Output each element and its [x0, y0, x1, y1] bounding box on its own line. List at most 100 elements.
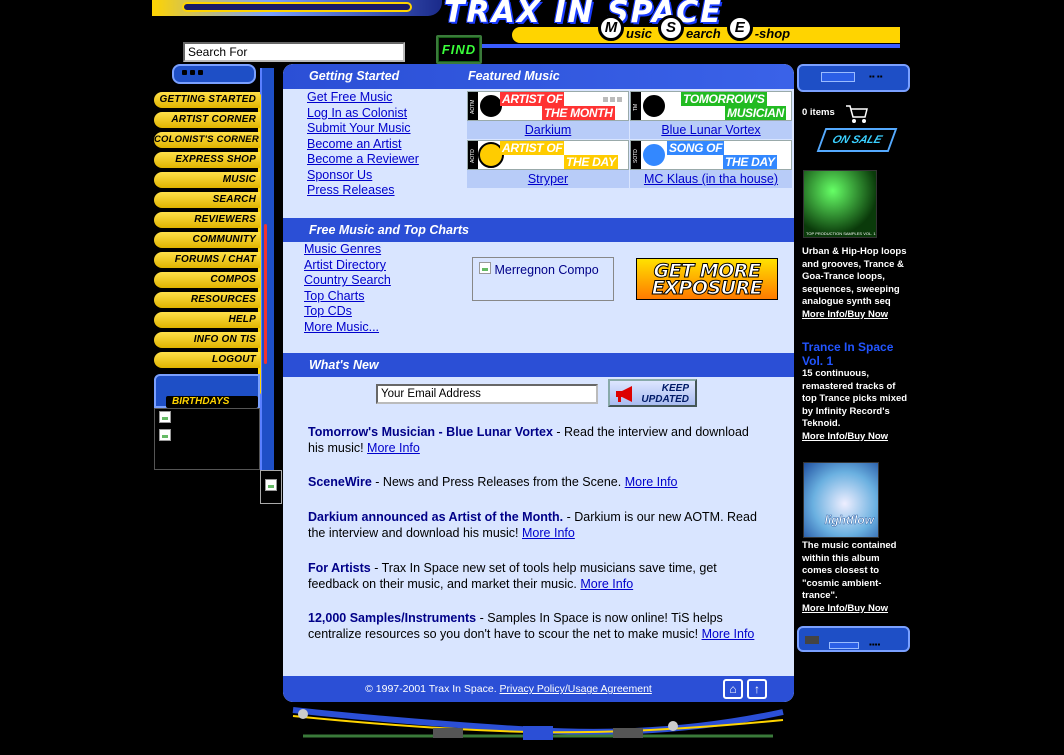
nav-info-on-tis[interactable]: INFO ON TIS: [154, 332, 260, 348]
link-sponsor-us[interactable]: Sponsor Us: [307, 168, 419, 184]
arrow-up-icon[interactable]: ↑: [747, 679, 767, 699]
product-description: Urban & Hip-Hop loops and grooves, Tranc…: [802, 246, 910, 321]
feature-tag: SOTD: [631, 141, 641, 169]
find-button[interactable]: FIND: [436, 35, 482, 64]
featured-artist-of-day[interactable]: AOTD ARTIST OF THE DAY Stryper: [467, 140, 629, 188]
compo-link[interactable]: Merregnon Compo: [494, 263, 598, 277]
more-info-link[interactable]: More Info: [367, 441, 420, 455]
megaphone-icon: [616, 386, 632, 402]
nav-colonists-corner[interactable]: COLONIST'S CORNER: [154, 132, 260, 148]
feature-title: TOMORROW'S MUSICIAN: [681, 92, 786, 120]
news-title: SceneWire: [308, 475, 372, 489]
compo-box[interactable]: Merregnon Compo: [472, 257, 614, 301]
link-log-in-as-colonist[interactable]: Log In as Colonist: [307, 106, 419, 122]
link-music-genres[interactable]: Music Genres: [304, 242, 391, 258]
side-tab[interactable]: [260, 470, 282, 504]
product-title[interactable]: Trance In Space Vol. 1: [802, 340, 910, 368]
on-sale-button[interactable]: ON SALE: [816, 128, 898, 152]
link-country-search[interactable]: Country Search: [304, 273, 391, 289]
bottom-decoration: [283, 702, 794, 752]
more-info-link[interactable]: More Info: [625, 475, 678, 489]
featured-song-of-day[interactable]: SOTD SONG OF THE DAY MC Klaus (in tha hou…: [630, 140, 792, 188]
nav-rail: [260, 68, 274, 472]
featured-name-link[interactable]: Darkium: [467, 121, 629, 139]
product-desc: 15 continuous, remastered tracks of top …: [802, 368, 908, 429]
aotd-banner[interactable]: AOTD ARTIST OF THE DAY: [467, 140, 629, 170]
link-more-music[interactable]: More Music...: [304, 320, 391, 336]
buy-now-link[interactable]: More Info/Buy Now: [802, 603, 888, 614]
nav-music[interactable]: MUSIC: [154, 172, 260, 188]
nav-resources[interactable]: RESOURCES: [154, 292, 260, 308]
link-artist-directory[interactable]: Artist Directory: [304, 258, 391, 274]
get-more-exposure-ad[interactable]: GET MORE EXPOSURE: [636, 258, 778, 300]
keep-updated-button[interactable]: KEEP UPDATED: [608, 379, 697, 407]
featured-name-link[interactable]: MC Klaus (in tha house): [630, 170, 792, 188]
product-cover-image[interactable]: lightflow: [803, 462, 879, 538]
feature-title: ARTIST OF THE DAY: [500, 141, 618, 169]
nav-artist-corner[interactable]: ARTIST CORNER: [154, 112, 260, 128]
privacy-policy-link[interactable]: Privacy Policy/Usage Agreement: [500, 683, 652, 695]
nav-getting-started[interactable]: GETTING STARTED: [154, 92, 260, 108]
buy-now-link[interactable]: More Info/Buy Now: [802, 309, 888, 320]
right-bottom-cap: ▪▪▪▪: [797, 626, 910, 652]
email-field[interactable]: [376, 384, 598, 404]
feature-tag: TM: [631, 92, 641, 120]
footer-bar: © 1997-2001 Trax In Space. Privacy Polic…: [283, 676, 794, 702]
feature-title: SONG OF THE DAY: [667, 141, 777, 169]
news-text: - News and Press Releases from the Scene…: [371, 475, 625, 489]
home-icon[interactable]: ⌂: [723, 679, 743, 699]
shopping-cart-icon[interactable]: [845, 104, 869, 124]
nav-search[interactable]: SEARCH: [154, 192, 260, 208]
more-info-link[interactable]: More Info: [522, 526, 575, 540]
nav-top-cap: [172, 64, 256, 84]
nav-forums-chat[interactable]: FORUMS / CHAT: [154, 252, 260, 268]
link-top-cds[interactable]: Top CDs: [304, 304, 391, 320]
link-press-releases[interactable]: Press Releases: [307, 183, 419, 199]
featured-name-link[interactable]: Stryper: [467, 170, 629, 188]
featured-artist-of-month[interactable]: AOTM ARTIST OF THE MONTH Darkium: [467, 91, 629, 139]
product-cover-image[interactable]: TOP PRODUCTION SAMPLES VOL. 1: [803, 170, 877, 238]
tagline-letter: E: [726, 14, 753, 41]
header-decoration: [152, 0, 442, 16]
sotd-banner[interactable]: SOTD SONG OF THE DAY: [630, 140, 792, 170]
link-get-free-music[interactable]: Get Free Music: [307, 90, 419, 106]
featured-tomorrows-musician[interactable]: TM TOMORROW'S MUSICIAN Blue Lunar Vortex: [630, 91, 792, 139]
news-item: Tomorrow's Musician - Blue Lunar Vortex …: [308, 424, 768, 456]
link-become-a-reviewer[interactable]: Become a Reviewer: [307, 152, 419, 168]
nav-community[interactable]: COMMUNITY: [154, 232, 260, 248]
getting-started-links: Get Free Music Log In as Colonist Submit…: [307, 90, 419, 199]
tagline-word: -shop: [754, 26, 791, 41]
nav-reviewers[interactable]: REVIEWERS: [154, 212, 260, 228]
news-title: Darkium announced as Artist of the Month…: [308, 510, 564, 524]
main-content: Getting Started Featured Music Get Free …: [283, 64, 794, 702]
tm-banner[interactable]: TM TOMORROW'S MUSICIAN: [630, 91, 792, 121]
site-tagline: M usic S earch E -shop: [598, 14, 796, 41]
broken-image-icon: [265, 479, 277, 491]
news-title: Tomorrow's Musician - Blue Lunar Vortex: [308, 425, 553, 439]
feature-tag: AOTM: [468, 92, 478, 120]
featured-name-link[interactable]: Blue Lunar Vortex: [630, 121, 792, 139]
buy-now-link[interactable]: More Info/Buy Now: [802, 431, 888, 442]
product-description: The music contained within this album co…: [802, 540, 910, 615]
news-title: 12,000 Samples/Instruments: [308, 611, 477, 625]
birthday-panel: [154, 408, 260, 470]
search-input[interactable]: [183, 42, 405, 62]
broken-image-icon: [479, 262, 491, 274]
more-info-link[interactable]: More Info: [580, 577, 633, 591]
aotm-banner[interactable]: AOTM ARTIST OF THE MONTH: [467, 91, 629, 121]
right-sidebar: ▪▪ ▪▪ 0 items ON SALE TOP PRODUCTION SAM…: [797, 64, 912, 664]
nav-logout[interactable]: LOGOUT: [154, 352, 260, 368]
bottom-decoration-graphic: [292, 707, 784, 740]
nav-express-shop[interactable]: EXPRESS SHOP: [154, 152, 260, 168]
tagline-word: earch: [686, 26, 721, 41]
more-info-link[interactable]: More Info: [702, 627, 755, 641]
cover-caption: TOP PRODUCTION SAMPLES VOL. 1: [806, 231, 876, 236]
nav-compos[interactable]: COMPOS: [154, 272, 260, 288]
link-top-charts[interactable]: Top Charts: [304, 289, 391, 305]
nav-help[interactable]: HELP: [154, 312, 260, 328]
free-music-heading: Free Music and Top Charts: [283, 218, 794, 242]
news-item: 12,000 Samples/Instruments - Samples In …: [308, 610, 768, 642]
link-become-an-artist[interactable]: Become an Artist: [307, 137, 419, 153]
link-submit-your-music[interactable]: Submit Your Music: [307, 121, 419, 137]
broken-image-icon: [159, 429, 171, 441]
